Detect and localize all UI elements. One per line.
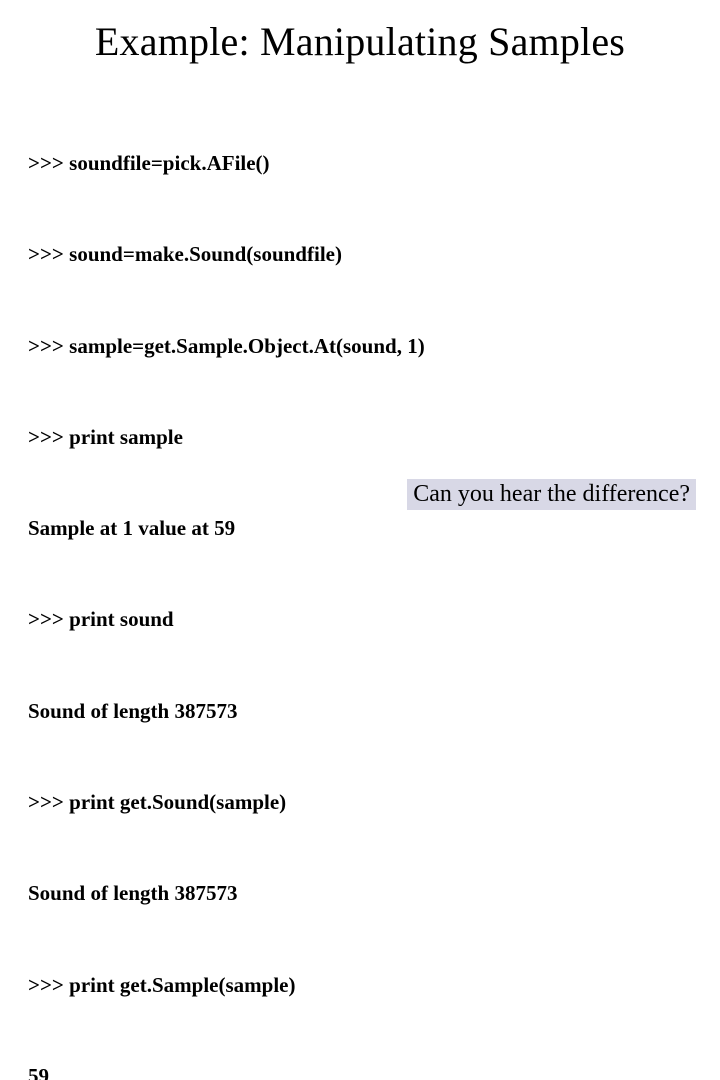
- slide: Example: Manipulating Samples >>> soundf…: [0, 0, 720, 540]
- code-line: Sound of length 387573: [28, 878, 692, 908]
- code-line: Sound of length 387573: [28, 696, 692, 726]
- code-line: >>> print sample: [28, 422, 692, 452]
- slide-title: Example: Manipulating Samples: [28, 18, 692, 65]
- code-line: 59: [28, 1061, 692, 1080]
- callout-box: Can you hear the difference?: [407, 479, 696, 510]
- code-line: >>> sound=make.Sound(soundfile): [28, 239, 692, 269]
- code-line: >>> soundfile=pick.AFile(): [28, 148, 692, 178]
- code-line: >>> print get.Sound(sample): [28, 787, 692, 817]
- code-line: >>> sample=get.Sample.Object.At(sound, 1…: [28, 331, 692, 361]
- code-line: Sample at 1 value at 59: [28, 513, 692, 543]
- code-block: >>> soundfile=pick.AFile() >>> sound=mak…: [28, 87, 692, 1080]
- code-line: >>> print sound: [28, 604, 692, 634]
- code-line: >>> print get.Sample(sample): [28, 970, 692, 1000]
